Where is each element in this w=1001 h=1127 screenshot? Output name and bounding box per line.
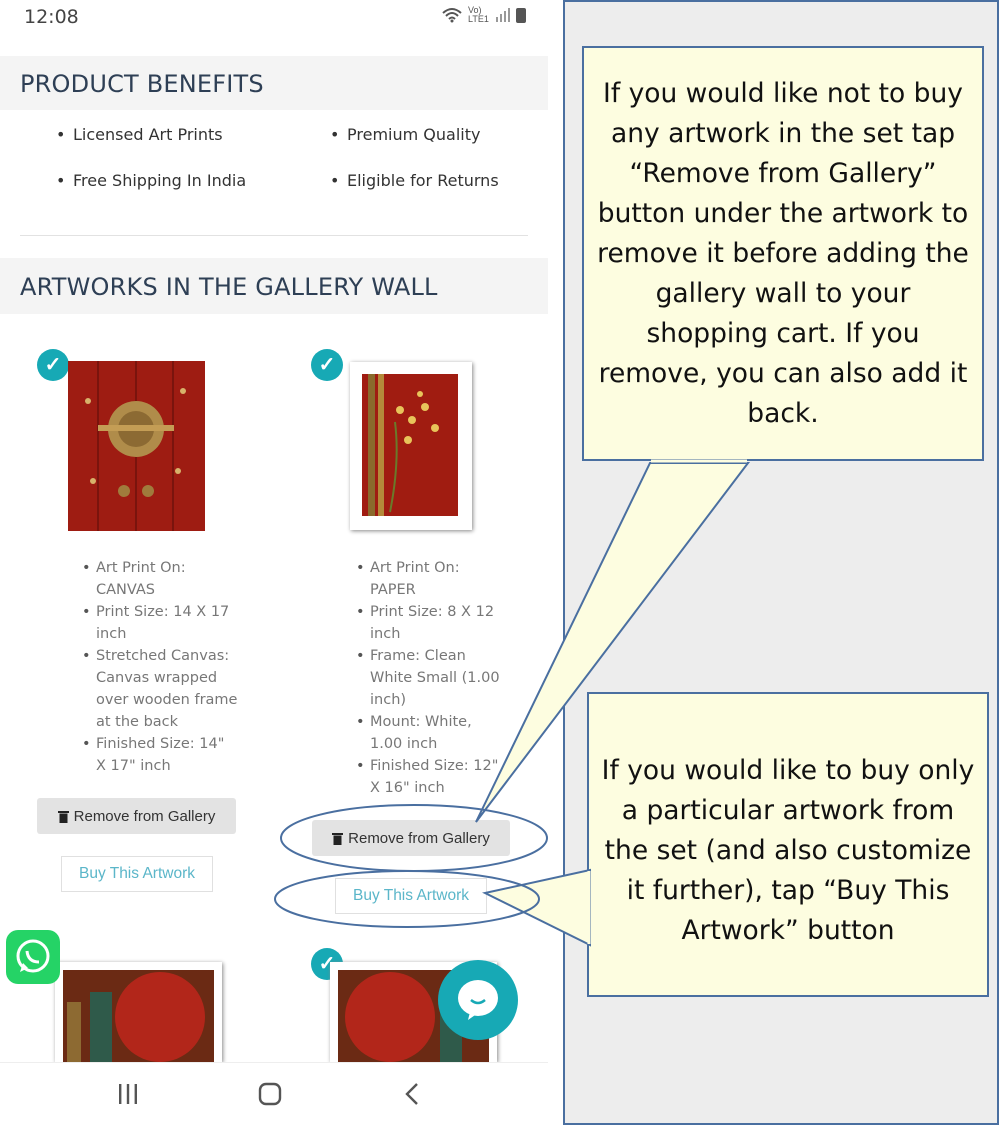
vase-painting: [63, 970, 214, 1062]
artwork-image-1[interactable]: [68, 361, 205, 531]
remove-button-label: Remove from Gallery: [73, 807, 216, 825]
benefit-item: Free Shipping In India: [56, 171, 246, 190]
wifi-icon: [442, 8, 462, 23]
benefits-title: PRODUCT BENEFITS: [20, 70, 264, 98]
spec-item: Art Print On:PAPER: [356, 557, 530, 601]
trash-icon: [332, 832, 344, 845]
artwork-2-specs: Art Print On:PAPER Print Size: 8 X 12inc…: [356, 557, 530, 799]
spec-item: Finished Size: 14"X 17" inch: [82, 733, 256, 777]
spec-item: Frame: CleanWhite Small (1.00inch): [356, 645, 530, 711]
artwork-image-2[interactable]: [350, 362, 472, 530]
remove-from-gallery-button[interactable]: Remove from Gallery: [312, 820, 510, 856]
back-icon[interactable]: [404, 1082, 420, 1106]
status-time: 12:08: [24, 6, 79, 28]
trash-icon: [57, 810, 69, 823]
spec-item: Art Print On:CANVAS: [82, 557, 256, 601]
bamboo-painting: [350, 362, 472, 530]
benefit-item: Eligible for Returns: [330, 171, 499, 190]
status-icons: Vo) LTE1: [442, 6, 526, 24]
check-icon[interactable]: ✓: [311, 349, 343, 381]
phone-screen: 12:08 Vo) LTE1 PRODUCT BENEFITS Licensed…: [0, 0, 548, 1127]
artwork-1-specs: Art Print On:CANVAS Print Size: 14 X 17i…: [82, 557, 256, 777]
remove-callout: If you would like not to buy any artwork…: [582, 46, 984, 461]
remove-from-gallery-button[interactable]: Remove from Gallery: [37, 798, 236, 834]
chat-icon[interactable]: [438, 960, 518, 1040]
buy-this-artwork-button[interactable]: Buy This Artwork: [61, 856, 213, 892]
android-nav-bar: [0, 1062, 548, 1127]
divider: [20, 235, 528, 236]
spec-item: Stretched Canvas:Canvas wrappedover wood…: [82, 645, 256, 733]
whatsapp-glyph: [16, 939, 50, 973]
recents-icon[interactable]: [118, 1083, 138, 1105]
remove-button-label: Remove from Gallery: [348, 829, 490, 847]
check-icon[interactable]: ✓: [37, 349, 69, 381]
spec-item: Print Size: 8 X 12inch: [356, 601, 530, 645]
whatsapp-icon[interactable]: [6, 930, 60, 984]
buy-this-artwork-button[interactable]: Buy This Artwork: [335, 878, 487, 914]
benefit-item: Premium Quality: [330, 125, 481, 144]
spec-item: Mount: White,1.00 inch: [356, 711, 530, 755]
signal-icon: [496, 8, 510, 22]
chat-glyph: [458, 980, 498, 1020]
red-door-painting: [68, 361, 205, 531]
gallery-title: ARTWORKS IN THE GALLERY WALL: [20, 273, 438, 301]
buy-callout: If you would like to buy only a particul…: [587, 692, 989, 997]
battery-icon: [516, 7, 526, 23]
artwork-image-3[interactable]: [55, 962, 222, 1062]
spec-item: Print Size: 14 X 17inch: [82, 601, 256, 645]
benefit-item: Licensed Art Prints: [56, 125, 223, 144]
network-label: Vo) LTE1: [468, 5, 489, 24]
home-icon[interactable]: [258, 1082, 282, 1106]
spec-item: Finished Size: 12"X 16" inch: [356, 755, 530, 799]
